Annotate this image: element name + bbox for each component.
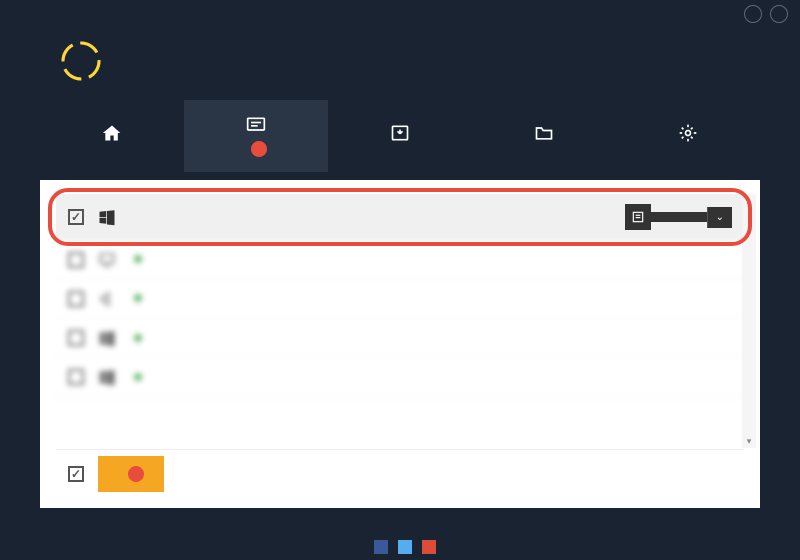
status-dot-icon <box>134 334 142 342</box>
googleplus-icon[interactable] <box>422 540 436 554</box>
tab-driver-updates[interactable] <box>184 100 328 172</box>
scroll-down-icon[interactable]: ▾ <box>742 434 756 448</box>
download-badge <box>128 466 144 482</box>
windows-icon <box>98 368 116 386</box>
driver-checkbox[interactable] <box>68 369 84 385</box>
windows-icon <box>98 329 116 347</box>
monitor-icon <box>98 251 116 269</box>
driver-checkbox[interactable] <box>68 330 84 346</box>
drivermax-logo-icon <box>60 40 102 82</box>
status-dot-icon <box>134 373 142 381</box>
update-dropdown-button[interactable]: ⌄ <box>707 207 732 228</box>
status-dot-icon <box>134 294 142 302</box>
windows-icon <box>98 208 116 226</box>
driver-row[interactable] <box>56 358 744 397</box>
content-panel: ⌄ <box>40 180 760 508</box>
backup-icon <box>389 123 411 143</box>
close-button[interactable] <box>770 5 788 23</box>
driver-row[interactable]: ⌄ <box>56 194 744 241</box>
monitor-icon <box>245 115 267 135</box>
gear-icon <box>677 123 699 143</box>
scrollbar[interactable]: ▴ ▾ <box>742 194 756 448</box>
driver-checkbox[interactable] <box>68 291 84 307</box>
twitter-icon[interactable] <box>398 540 412 554</box>
footer <box>0 540 800 554</box>
status-dot-icon <box>134 255 142 263</box>
folder-icon <box>533 123 555 143</box>
home-icon <box>101 123 123 143</box>
driver-name <box>130 252 732 266</box>
download-install-button[interactable] <box>98 456 164 492</box>
update-button[interactable] <box>651 212 707 222</box>
select-all-checkbox[interactable] <box>68 466 84 482</box>
driver-checkbox[interactable] <box>68 209 84 225</box>
driver-name <box>130 331 718 345</box>
audio-icon <box>98 290 116 308</box>
driver-row[interactable] <box>56 280 744 319</box>
minimize-button[interactable] <box>744 5 762 23</box>
scroll-up-icon[interactable]: ▴ <box>742 194 756 208</box>
facebook-icon[interactable] <box>374 540 388 554</box>
driver-row[interactable] <box>56 319 744 358</box>
driver-info-button[interactable] <box>625 204 651 230</box>
driver-list: ⌄ <box>40 194 760 456</box>
updates-badge <box>251 141 267 157</box>
tab-home[interactable] <box>40 100 184 172</box>
logo-area <box>0 28 800 100</box>
tab-backup[interactable] <box>328 100 472 172</box>
driver-name <box>130 291 732 305</box>
driver-checkbox[interactable] <box>68 252 84 268</box>
driver-name <box>130 370 718 384</box>
tab-restore[interactable] <box>472 100 616 172</box>
tab-settings[interactable] <box>616 100 760 172</box>
driver-row[interactable] <box>56 241 744 280</box>
